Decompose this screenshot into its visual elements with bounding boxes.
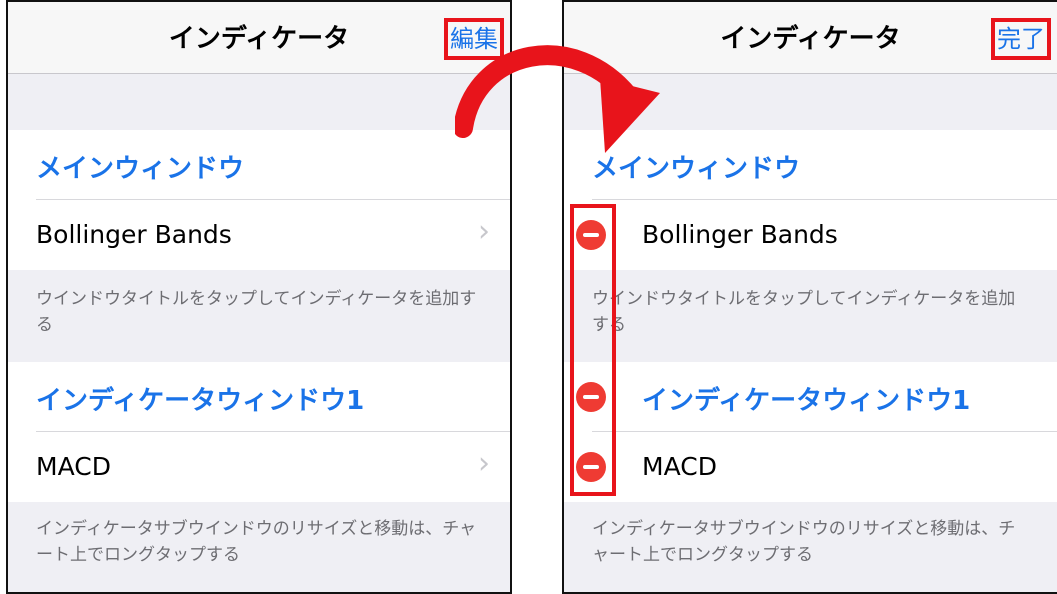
section-header-indicator-window: インディケータウィンドウ1	[36, 386, 365, 416]
indicator-row[interactable]: Bollinger Bands	[564, 200, 1057, 270]
chevron-right-icon: ›	[478, 214, 490, 249]
section-header-main-window: メインウィンドウ	[36, 154, 245, 184]
left-phone-screen: インディケータ 編集 メインウィンドウ Bollinger Bands › ウイ…	[6, 0, 512, 594]
section-header-indicator-window: インディケータウィンドウ1	[642, 386, 971, 416]
nav-title: インディケータ	[168, 24, 350, 54]
section-header-cell[interactable]: インディケータウィンドウ1	[564, 362, 1057, 432]
section-footer: インディケータサブウインドウのリサイズと移動は、チャート上でロングタップする	[36, 519, 477, 565]
chevron-right-icon: ›	[478, 446, 490, 481]
indicator-row[interactable]: Bollinger Bands ›	[8, 200, 510, 270]
section-footer: インディケータサブウインドウのリサイズと移動は、チャート上でロングタップする	[592, 519, 1016, 565]
indicator-row[interactable]: MACD ›	[8, 432, 510, 502]
curved-arrow-icon	[455, 45, 660, 153]
indicator-label: Bollinger Bands	[36, 220, 232, 249]
navigation-bar: インディケータ 編集	[8, 2, 510, 74]
indicator-row[interactable]: MACD	[564, 432, 1057, 502]
indicator-label: Bollinger Bands	[642, 220, 838, 249]
done-button[interactable]: 完了	[991, 18, 1051, 60]
delete-buttons-highlight	[570, 204, 616, 496]
indicator-label: MACD	[642, 452, 717, 481]
section-footer: ウインドウタイトルをタップしてインディケータを追加する	[592, 289, 1016, 335]
section-header-cell[interactable]: メインウィンドウ	[8, 130, 510, 200]
section-footer: ウインドウタイトルをタップしてインディケータを追加する	[36, 289, 477, 335]
section-header-cell[interactable]: インディケータウィンドウ1	[8, 362, 510, 432]
indicator-label: MACD	[36, 452, 111, 481]
